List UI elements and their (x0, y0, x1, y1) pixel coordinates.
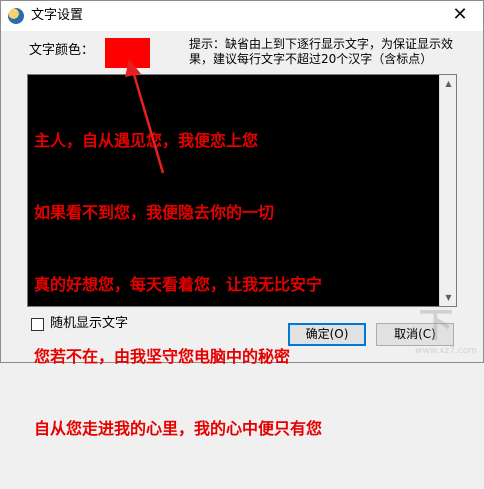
text-line: 如果看不到您，我便隐去你的一切 (34, 203, 275, 222)
display-text-area[interactable]: 主人，自从遇见您，我便恋上您 如果看不到您，我便隐去你的一切 真的好想您，每天看… (27, 74, 457, 438)
ok-button[interactable]: 确定(O) (288, 323, 366, 346)
random-display-label: 随机显示文字 (50, 316, 129, 331)
scroll-up-arrow-icon[interactable]: ▲ (440, 75, 457, 92)
title-bar: 文字设置 ✕ (1, 1, 483, 31)
vertical-scrollbar[interactable]: ▲ ▼ (439, 75, 456, 306)
hint-text: 提示：缺省由上到下逐行显示文字，为保证显示效果，建议每行文字不超过20个汉字（含… (189, 37, 454, 66)
settings-dialog: 文字设置 ✕ 文字颜色： 提示：缺省由上到下逐行显示文字，为保证显示效果，建议每… (0, 0, 484, 438)
text-line: 真的好想您，每天看着您，让我无比安宁 (34, 275, 323, 294)
scroll-down-arrow-icon[interactable]: ▼ (440, 289, 457, 306)
random-display-checkbox[interactable] (31, 318, 44, 331)
watermark-text: www.xz7.com (415, 346, 477, 356)
text-line: 主人，自从遇见您，我便恋上您 (34, 131, 259, 150)
text-line: 您若不在，由我坚守您电脑中的秘密 (34, 347, 291, 366)
text-color-swatch[interactable] (105, 38, 150, 68)
text-color-label: 文字颜色： (29, 43, 95, 58)
window-title: 文字设置 (31, 8, 84, 23)
watermark-logo: 下 www.xz7.com (413, 309, 479, 361)
close-button[interactable]: ✕ (437, 1, 483, 31)
app-logo-icon (8, 8, 24, 24)
display-text-lines: 主人，自从遇见您，我便恋上您 如果看不到您，我便隐去你的一切 真的好想您，每天看… (34, 81, 322, 489)
text-line: 自从您走进我的心里，我的心中便只有您 (34, 419, 323, 438)
watermark-mark-icon: 下 (419, 306, 453, 346)
